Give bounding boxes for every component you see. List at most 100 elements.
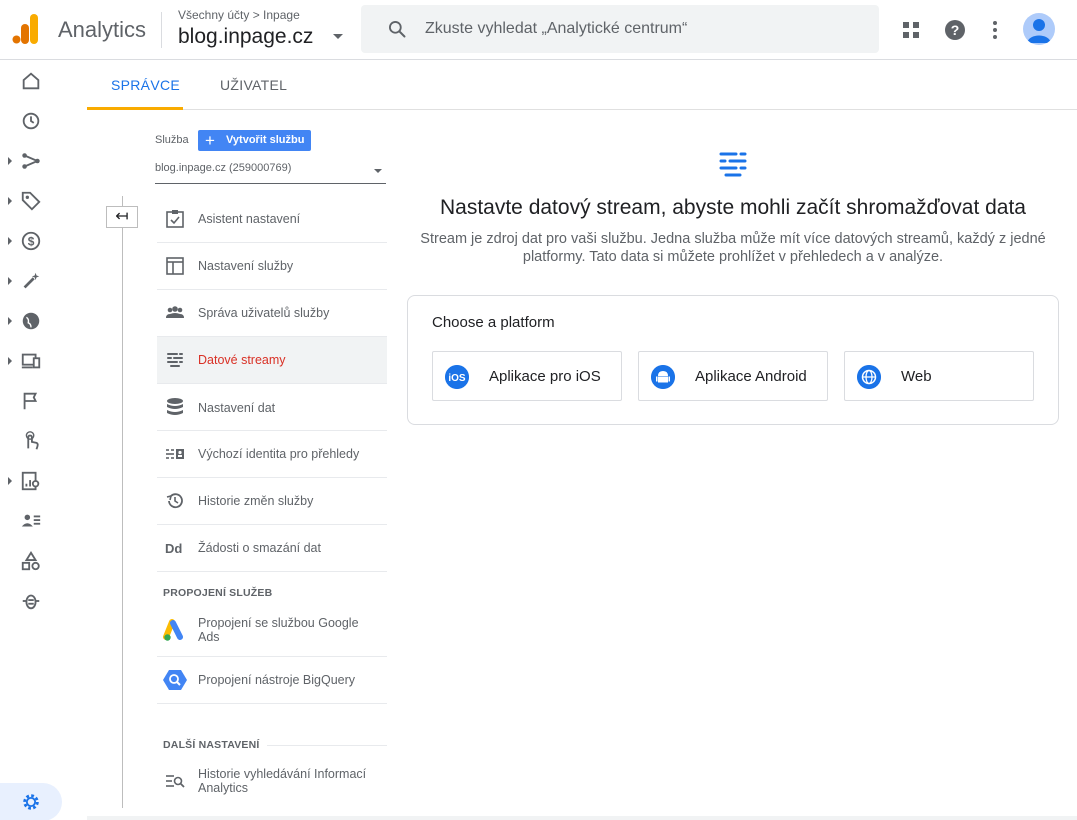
menu-item-label: Propojení se službou Google Ads	[198, 616, 359, 644]
menu-item-setup-assistant[interactable]: Asistent nastavení	[157, 196, 387, 243]
menu-item-data-streams[interactable]: Datové streamy	[157, 337, 387, 384]
shapes-icon[interactable]	[20, 550, 42, 572]
create-service-button[interactable]: + Vytvořit službu	[198, 130, 311, 151]
divider	[267, 745, 387, 746]
chevron-down-icon	[374, 169, 382, 173]
gear-icon	[23, 794, 39, 810]
apps-grid-icon[interactable]	[899, 18, 923, 42]
service-label: Služba	[155, 134, 189, 146]
page-description: Stream je zdroj dat pro vaši službu. Jed…	[420, 231, 1046, 265]
help-icon[interactable]: ?	[943, 18, 967, 42]
chevron-down-icon[interactable]	[333, 34, 343, 39]
platform-label: Aplikace Android	[695, 368, 807, 385]
collapse-button[interactable]: ↤	[106, 206, 138, 228]
menu-item-bigquery-link[interactable]: Propojení nástroje BigQuery	[157, 657, 387, 704]
menu-item-reporting-identity[interactable]: Výchozí identita pro přehledy	[157, 431, 387, 478]
android-icon	[651, 365, 675, 389]
menu-item-label: Výchozí identita pro přehledy	[198, 447, 360, 461]
search-icon	[389, 21, 406, 38]
platform-web-button[interactable]: Web	[844, 351, 1034, 401]
menu-item-data-deletion[interactable]: Dd Žádosti o smazání dat	[157, 525, 387, 572]
google-ads-icon	[163, 619, 183, 641]
touch-icon[interactable]	[20, 430, 42, 452]
menu-item-label: Žádosti o smazání dat	[198, 541, 321, 555]
platform-label: Aplikace pro iOS	[489, 368, 601, 385]
divider	[161, 12, 162, 48]
home-icon[interactable]	[20, 70, 42, 92]
flag-icon[interactable]	[20, 390, 42, 412]
monetization-icon[interactable]: $	[20, 230, 42, 252]
bottom-strip	[87, 816, 1077, 820]
flow-icon[interactable]	[20, 150, 42, 172]
svg-text:?: ?	[951, 22, 960, 38]
svg-text:$: $	[28, 235, 35, 249]
avatar[interactable]	[1023, 13, 1055, 45]
svg-text:Dd: Dd	[165, 541, 182, 556]
left-nav: $	[0, 61, 87, 820]
arrow-left-icon: ↤	[115, 208, 129, 225]
dd-icon: Dd	[165, 541, 182, 556]
expand-arrow-icon[interactable]	[8, 277, 12, 285]
app-title: Analytics	[58, 17, 147, 42]
identity-icon	[166, 449, 184, 459]
menu-item-label: Historie změn služby	[198, 494, 314, 508]
more-vert-icon[interactable]	[983, 18, 1007, 42]
platform-card: Choose a platform iOS Aplikace pro iOS A…	[407, 295, 1059, 425]
top-bar: Analytics Všechny účty > Inpage blog.inp…	[0, 0, 1077, 60]
people-icon	[166, 306, 184, 318]
create-service-label: Vytvořit službu	[226, 134, 305, 146]
menu-item-label: Historie vyhledávání Informací Analytics	[198, 767, 367, 795]
data-streams-icon	[719, 152, 747, 177]
checklist-icon	[166, 210, 184, 228]
devices-icon[interactable]	[20, 350, 42, 372]
search-input[interactable]: Zkuste vyhledat „Analytické centrum“	[425, 20, 687, 38]
menu-item-change-history[interactable]: Historie změn služby	[157, 478, 387, 525]
menu-item-google-ads-link[interactable]: Propojení se službou Google Ads	[157, 607, 387, 657]
history-icon	[166, 493, 183, 509]
debug-icon[interactable]	[20, 590, 42, 612]
tag-icon[interactable]	[20, 190, 42, 212]
search-history-icon	[166, 775, 185, 788]
expand-arrow-icon[interactable]	[8, 197, 12, 205]
expand-arrow-icon[interactable]	[8, 317, 12, 325]
service-select[interactable]: blog.inpage.cz (259000769)	[155, 162, 386, 184]
tab-admin[interactable]: SPRÁVCE	[111, 77, 180, 93]
menu-item-service-settings[interactable]: Nastavení služby	[157, 243, 387, 290]
search-bar[interactable]: Zkuste vyhledat „Analytické centrum“	[361, 5, 879, 53]
clock-icon[interactable]	[20, 110, 42, 132]
menu-item-label: Asistent nastavení	[198, 212, 301, 226]
tab-user[interactable]: UŽIVATEL	[220, 77, 287, 93]
analytics-report-icon[interactable]	[20, 470, 42, 492]
menu-item-search-history[interactable]: Historie vyhledávání Informací Analytics	[157, 758, 387, 806]
section-title-more: DALŠÍ NASTAVENÍ	[163, 739, 260, 751]
layout-icon	[166, 257, 184, 275]
analytics-logo[interactable]	[12, 14, 40, 44]
globe-icon	[857, 365, 881, 389]
menu-item-label: Datové streamy	[198, 353, 286, 367]
menu-item-data-settings[interactable]: Nastavení dat	[157, 384, 387, 431]
menu-item-user-management[interactable]: Správa uživatelů služby	[157, 290, 387, 337]
breadcrumb[interactable]: Všechny účty > Inpage	[178, 8, 300, 22]
section-title-links: PROPOJENÍ SLUŽEB	[163, 587, 273, 599]
svg-text:iOS: iOS	[448, 373, 466, 384]
admin-nav-item[interactable]	[0, 783, 62, 820]
property-selector[interactable]: blog.inpage.cz	[178, 25, 313, 49]
menu-item-label: Nastavení dat	[198, 401, 276, 415]
expand-arrow-icon[interactable]	[8, 357, 12, 365]
magic-wand-icon[interactable]	[20, 270, 42, 292]
platform-android-button[interactable]: Aplikace Android	[638, 351, 828, 401]
page-title: Nastavte datový stream, abyste mohli zač…	[439, 196, 1026, 219]
expand-arrow-icon[interactable]	[8, 157, 12, 165]
admin-content: Služba + Vytvořit službu blog.inpage.cz …	[87, 110, 1077, 816]
platform-ios-button[interactable]: iOS Aplikace pro iOS	[432, 351, 622, 401]
user-icon	[1027, 19, 1051, 43]
divider	[122, 196, 123, 808]
globe-icon[interactable]	[20, 310, 42, 332]
ios-icon: iOS	[445, 365, 469, 389]
database-icon	[167, 398, 183, 415]
platform-card-title: Choose a platform	[432, 314, 555, 331]
expand-arrow-icon[interactable]	[8, 477, 12, 485]
menu-item-label: Propojení nástroje BigQuery	[198, 673, 356, 687]
expand-arrow-icon[interactable]	[8, 237, 12, 245]
audience-icon[interactable]	[20, 510, 42, 532]
